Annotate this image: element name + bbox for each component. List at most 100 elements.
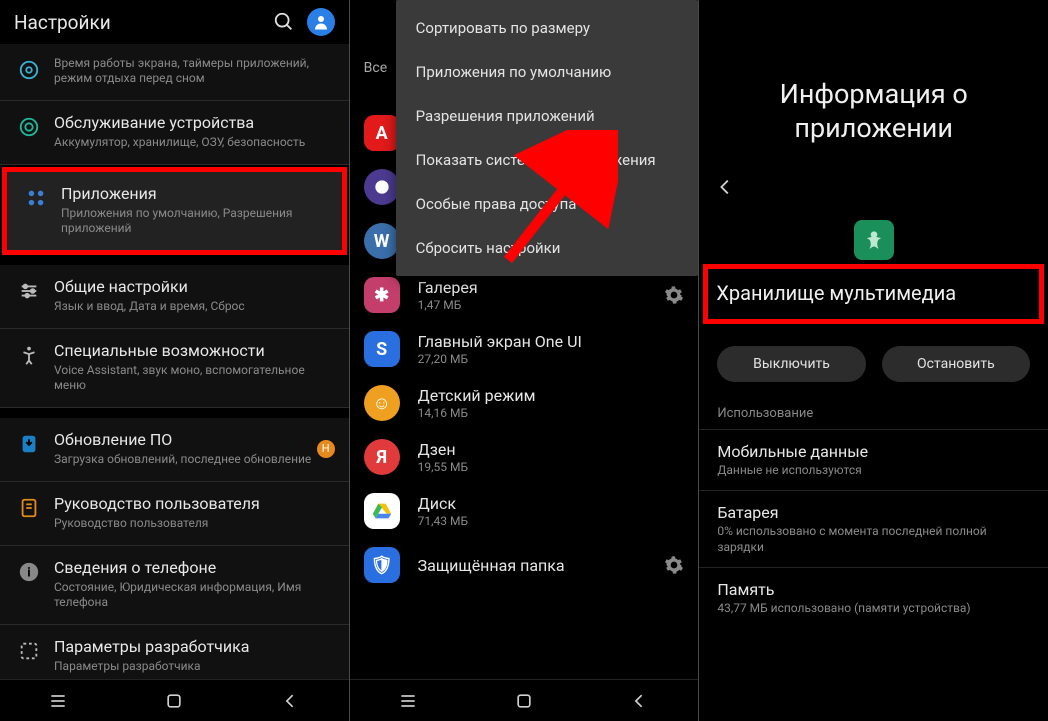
settings-item-sub: Состояние, Юридическая информация, Имя т… bbox=[54, 580, 335, 610]
back-button[interactable] bbox=[630, 691, 650, 711]
app-info-screen: Информация о приложении Хранилище мульти… bbox=[699, 0, 1048, 721]
menu-item-reset[interactable]: Сбросить настройки bbox=[396, 226, 699, 270]
menu-item-permissions[interactable]: Разрешения приложений bbox=[396, 94, 699, 138]
row-title: Память bbox=[717, 580, 1030, 599]
row-battery[interactable]: Батарея 0% использовано с момента послед… bbox=[699, 490, 1048, 567]
recent-apps-button[interactable] bbox=[398, 691, 418, 711]
settings-item-title: Обслуживание устройства bbox=[54, 113, 335, 133]
app-size: 1,47 МБ bbox=[418, 298, 665, 312]
settings-screen: Настройки Время работы экрана, таймеры п… bbox=[0, 0, 349, 721]
settings-item-accessibility[interactable]: Специальные возможности Voice Assistant,… bbox=[0, 329, 349, 408]
app-name: Защищённая папка bbox=[418, 556, 665, 575]
app-size: 14,16 МБ bbox=[418, 406, 685, 420]
nav-bar bbox=[0, 679, 349, 721]
settings-item-about-phone[interactable]: i Сведения о телефоне Состояние, Юридиче… bbox=[0, 546, 349, 625]
menu-item-special-access[interactable]: Особые права доступа bbox=[396, 182, 699, 226]
back-icon[interactable] bbox=[699, 176, 1048, 220]
disable-button[interactable]: Выключить bbox=[717, 346, 865, 382]
app-icon bbox=[364, 169, 400, 205]
settings-list: Время работы экрана, таймеры приложений,… bbox=[0, 44, 349, 679]
accessibility-icon bbox=[18, 344, 40, 393]
page-title: Настройки bbox=[14, 11, 273, 34]
settings-item-device-care[interactable]: Обслуживание устройства Аккумулятор, хра… bbox=[0, 101, 349, 165]
gear-icon[interactable] bbox=[664, 285, 684, 305]
app-size: 27,20 МБ bbox=[418, 352, 685, 366]
app-icon: Я bbox=[364, 439, 400, 475]
force-stop-button[interactable]: Остановить bbox=[882, 346, 1030, 382]
settings-item-sub: Загрузка обновлений, последнее обновлени… bbox=[54, 452, 317, 467]
settings-item-screen-time[interactable]: Время работы экрана, таймеры приложений,… bbox=[0, 44, 349, 101]
settings-item-general[interactable]: Общие настройки Язык и ввод, Дата и врем… bbox=[0, 265, 349, 329]
settings-item-sub: Параметры разработчика bbox=[54, 659, 335, 674]
app-icon: W bbox=[364, 223, 400, 259]
update-badge: Н bbox=[317, 440, 335, 458]
app-row-drive[interactable]: Диск 71,43 МБ bbox=[350, 484, 699, 538]
app-name-highlight: Хранилище мультимедиа bbox=[703, 264, 1044, 324]
settings-item-sub: Язык и ввод, Дата и время, Сброс bbox=[54, 299, 335, 314]
settings-item-title: Обновление ПО bbox=[54, 430, 317, 450]
home-button[interactable] bbox=[514, 691, 534, 711]
app-row-oneui[interactable]: S Главный экран One UI 27,20 МБ bbox=[350, 322, 699, 376]
profile-avatar[interactable] bbox=[307, 8, 335, 36]
row-storage[interactable]: Память 43,77 МБ использовано (памяти уст… bbox=[699, 567, 1048, 629]
app-icon bbox=[364, 493, 400, 529]
app-size: 19,55 МБ bbox=[418, 460, 685, 474]
row-mobile-data[interactable]: Мобильные данные Данные не используются bbox=[699, 429, 1048, 491]
app-name: Дзен bbox=[418, 440, 685, 459]
sliders-icon bbox=[18, 280, 40, 314]
settings-item-user-manual[interactable]: Руководство пользователя Руководство пол… bbox=[0, 482, 349, 546]
settings-item-software-update[interactable]: Обновление ПО Загрузка обновлений, после… bbox=[0, 418, 349, 482]
row-sub: 0% использовано с момента последней полн… bbox=[717, 524, 1030, 555]
app-name: Главный экран One UI bbox=[418, 332, 685, 351]
app-row-gallery[interactable]: ✱ Галерея 1,47 МБ bbox=[350, 268, 699, 322]
apps-tab-all[interactable]: Все bbox=[364, 60, 387, 76]
row-title: Мобильные данные bbox=[717, 442, 1030, 461]
menu-item-show-system[interactable]: Показать системные приложения bbox=[396, 138, 699, 182]
apps-screen: Все А W ВКонтакте 1,08 МБ ✱ bbox=[350, 0, 699, 721]
settings-item-title: Общие настройки bbox=[54, 277, 335, 297]
settings-item-sub: Приложения по умолчанию, Разрешения прил… bbox=[61, 206, 328, 236]
settings-item-sub: Время работы экрана, таймеры приложений,… bbox=[54, 56, 335, 86]
app-icon: ✱ bbox=[364, 277, 400, 313]
usage-section-label: Использование bbox=[699, 400, 1048, 429]
update-icon bbox=[18, 433, 40, 467]
home-button[interactable] bbox=[164, 691, 184, 711]
search-icon[interactable] bbox=[273, 11, 295, 33]
settings-header: Настройки bbox=[0, 0, 349, 44]
page-title: Информация о приложении bbox=[699, 0, 1048, 176]
app-row-secure-folder[interactable]: 🛡 Защищённая папка bbox=[350, 538, 699, 592]
app-row-zen[interactable]: Я Дзен 19,55 МБ bbox=[350, 430, 699, 484]
settings-item-developer[interactable]: Параметры разработчика Параметры разрабо… bbox=[0, 625, 349, 679]
app-info-body: Информация о приложении Хранилище мульти… bbox=[699, 0, 1048, 721]
apps-icon bbox=[25, 187, 47, 236]
gear-icon[interactable] bbox=[664, 555, 684, 575]
overflow-menu: Сортировать по размеру Приложения по умо… bbox=[396, 0, 699, 276]
back-button[interactable] bbox=[281, 691, 301, 711]
settings-item-title: Приложения bbox=[61, 184, 328, 204]
app-icon: ☺ bbox=[364, 385, 400, 421]
row-sub: Данные не используются bbox=[717, 463, 1030, 479]
app-size: 71,43 МБ bbox=[418, 514, 685, 528]
app-row-kids[interactable]: ☺ Детский режим 14,16 МБ bbox=[350, 376, 699, 430]
action-buttons: Выключить Остановить bbox=[699, 324, 1048, 400]
menu-item-default-apps[interactable]: Приложения по умолчанию bbox=[396, 50, 699, 94]
settings-item-title: Руководство пользователя bbox=[54, 494, 335, 514]
settings-item-title: Параметры разработчика bbox=[54, 637, 335, 657]
settings-item-title: Специальные возможности bbox=[54, 341, 335, 361]
apps-body: Все А W ВКонтакте 1,08 МБ ✱ bbox=[350, 0, 699, 679]
manual-icon bbox=[18, 497, 40, 531]
menu-item-sort[interactable]: Сортировать по размеру bbox=[396, 6, 699, 50]
app-name: Галерея bbox=[418, 278, 665, 297]
settings-item-sub: Voice Assistant, звук моно, вспомогатель… bbox=[54, 363, 335, 393]
settings-item-apps[interactable]: Приложения Приложения по умолчанию, Разр… bbox=[2, 167, 347, 255]
app-name: Детский режим bbox=[418, 386, 685, 405]
nav-bar bbox=[350, 679, 699, 721]
app-icon: А bbox=[364, 115, 400, 151]
settings-item-title: Сведения о телефоне bbox=[54, 558, 335, 578]
info-icon: i bbox=[18, 561, 40, 610]
app-icon bbox=[854, 220, 894, 260]
app-icon: S bbox=[364, 331, 400, 367]
developer-icon bbox=[18, 640, 40, 674]
app-name: Диск bbox=[418, 494, 685, 513]
recent-apps-button[interactable] bbox=[48, 691, 68, 711]
